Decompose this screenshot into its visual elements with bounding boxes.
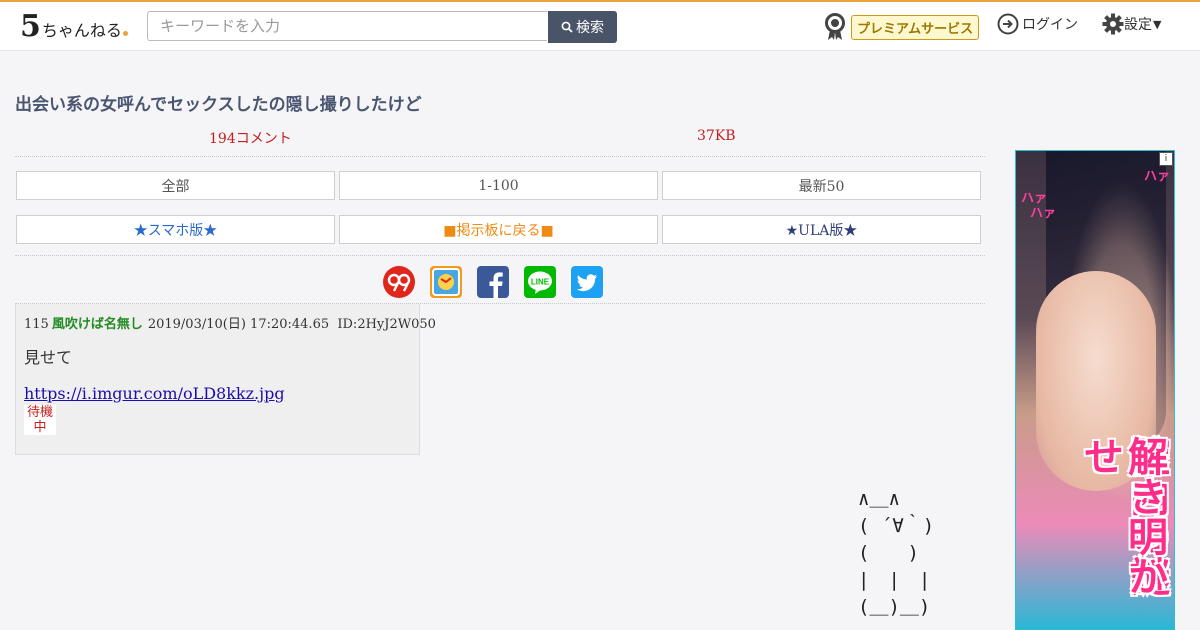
waiting-badge: 待機 中: [24, 405, 56, 435]
facebook-icon[interactable]: [477, 266, 509, 298]
login-icon: [997, 13, 1019, 35]
post-number[interactable]: 115: [24, 317, 49, 332]
premium-service-link[interactable]: プレミアムサービス: [823, 11, 980, 43]
comment-count: 194コメント: [209, 131, 292, 147]
post-header: 115 風吹けば名無し 2019/03/10(日) 17:20:44.65 ID:2…: [24, 313, 436, 332]
advertisement-banner[interactable]: i ハァ ハァ ハァ 膣内の謎 解き明かせ: [1015, 150, 1175, 630]
twitter-icon[interactable]: [571, 266, 603, 298]
nav-1-100-button[interactable]: 1-100: [339, 171, 658, 200]
search-button-label: 検索: [576, 20, 604, 36]
settings-label: 設定: [1124, 17, 1152, 33]
post-body: 見せて: [24, 348, 73, 367]
post-id[interactable]: ID:2HyJ2W050: [337, 317, 436, 332]
divider: [15, 255, 985, 256]
ascii-art-cat: ∧＿∧ ( ´∀｀) ( ) | | | (＿)＿): [858, 488, 935, 618]
search-icon: [561, 21, 573, 33]
award-badge-icon: [825, 13, 845, 40]
login-link[interactable]: ログイン: [997, 11, 1078, 37]
post-author-name: 風吹けば名無し: [51, 317, 143, 332]
settings-menu[interactable]: 設定 ▼: [1102, 11, 1161, 37]
logo-mark: 5: [20, 9, 41, 44]
back-to-board-button[interactable]: ■掲示板に戻る■: [339, 215, 658, 244]
gear-icon: [1102, 13, 1124, 35]
site-logo[interactable]: 5 ちゃんねる: [20, 10, 128, 42]
ad-moan-text: ハァ: [1030, 206, 1057, 221]
thread-size: 37KB: [697, 128, 736, 144]
search-button[interactable]: 検索: [548, 11, 617, 43]
nav-latest50-button[interactable]: 最新50: [662, 171, 981, 200]
ad-headline-2: 解き明かせ: [1077, 436, 1167, 596]
divider: [15, 156, 985, 157]
logo-text: ちゃんねる: [41, 21, 122, 40]
ula-version-button[interactable]: ★ULA版★: [662, 215, 981, 244]
matome-icon[interactable]: [430, 266, 462, 298]
ad-info-icon[interactable]: i: [1159, 152, 1173, 166]
site-header: 5 ちゃんねる 検索 プレミアムサービス ログイン: [0, 2, 1200, 51]
waiting-label: 待機 中: [26, 405, 53, 435]
login-label: ログイン: [1022, 17, 1078, 33]
premium-service-label: プレミアムサービス: [851, 14, 980, 40]
post-image-link[interactable]: https://i.imgur.com/oLD8kkz.jpg: [24, 384, 285, 403]
post-datetime: 2019/03/10(日) 17:20:44.65: [147, 317, 330, 332]
sumatome-icon[interactable]: [383, 266, 415, 298]
svg-text:LINE: LINE: [531, 278, 550, 287]
ad-moan-text: ハァ: [1144, 169, 1171, 184]
logo-dot: [122, 31, 128, 36]
caret-down-icon: ▼: [1153, 17, 1162, 31]
search-input[interactable]: [147, 11, 547, 41]
post-115: 115 風吹けば名無し 2019/03/10(日) 17:20:44.65 ID:2…: [15, 304, 436, 455]
smartphone-version-button[interactable]: ★スマホ版★: [16, 215, 335, 244]
thread-title: 出会い系の女呼んでセックスしたの隠し撮りしたけど: [15, 95, 422, 115]
line-icon[interactable]: LINE: [524, 266, 556, 298]
nav-all-button[interactable]: 全部: [16, 171, 335, 200]
